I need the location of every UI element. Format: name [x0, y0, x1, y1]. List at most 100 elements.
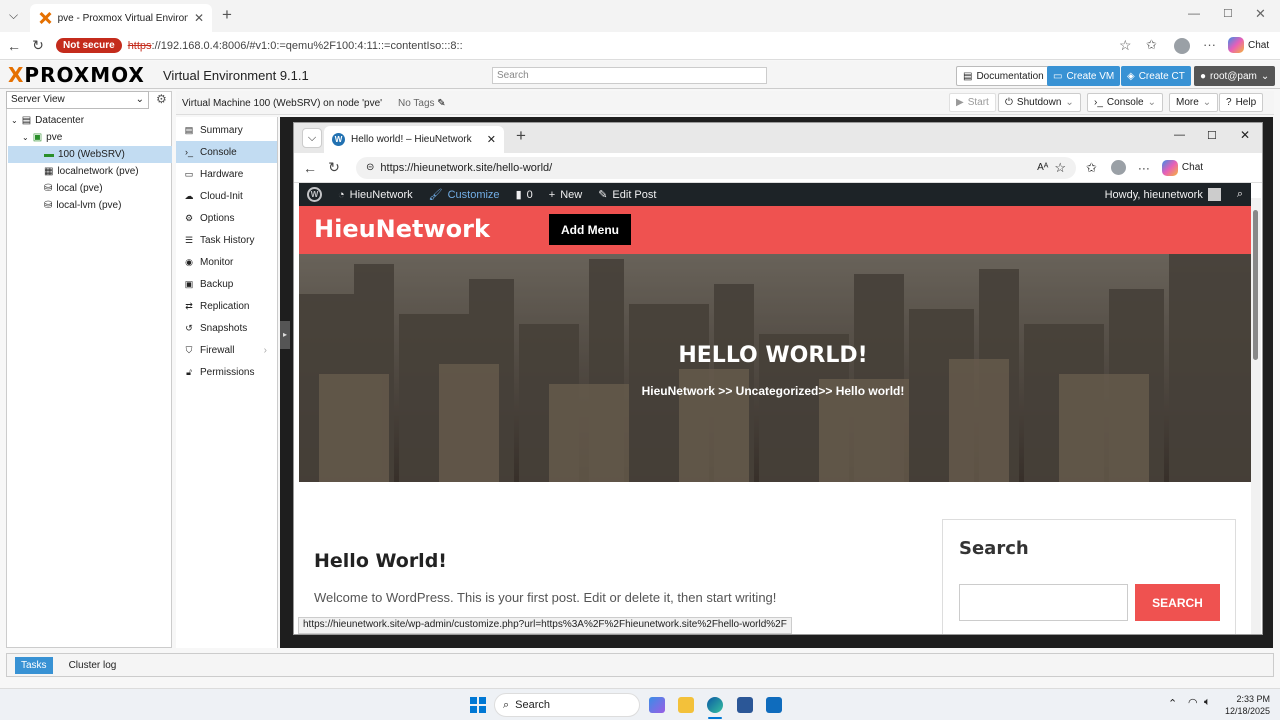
tree-item-label: pve	[46, 132, 63, 143]
menu-monitor[interactable]: ◉ Monitor	[176, 251, 277, 273]
console-button[interactable]: ›_ Console ⌄	[1087, 93, 1163, 112]
tab-tasks[interactable]: Tasks	[15, 656, 53, 674]
create-vm-button[interactable]: ▭ Create VM	[1047, 66, 1121, 86]
close-tab-icon[interactable]: ✕	[487, 133, 496, 146]
close-window-icon[interactable]: ✕	[1255, 6, 1266, 22]
wp-new-link[interactable]: + New	[541, 183, 590, 206]
tab-cluster-log[interactable]: Cluster log	[69, 660, 117, 671]
volume-icon[interactable]: 🔈︎	[1204, 696, 1211, 709]
site-title[interactable]: HieuNetwork	[314, 215, 490, 243]
header-search-input[interactable]: Search	[492, 67, 767, 84]
store-icon[interactable]	[737, 697, 753, 713]
wp-site-link[interactable]: ◔ HieuNetwork	[330, 183, 421, 206]
start-windows-icon[interactable]	[470, 697, 486, 713]
tree-item-label: local (pve)	[56, 183, 103, 194]
menu-options[interactable]: ⚙ Options	[176, 207, 277, 229]
tree-item-local-lvm[interactable]: ⛁ local-lvm (pve)	[8, 197, 172, 214]
minimize-icon[interactable]: —	[1174, 129, 1185, 141]
back-icon[interactable]: ←	[2, 38, 26, 54]
guest-address-bar[interactable]: ⊝ https://hieunetwork.site/hello-world/ …	[356, 156, 1076, 179]
taskbar-search[interactable]: ⌕ Search	[494, 693, 640, 717]
tags-editor[interactable]: No Tags ✎	[398, 98, 446, 109]
tree-item-vm-100[interactable]: ▬ 100 (WebSRV)	[8, 146, 172, 163]
copilot-chat-button[interactable]: Chat	[1228, 37, 1269, 53]
wp-comments-link[interactable]: ▮ 0	[508, 183, 541, 206]
add-menu-button[interactable]: Add Menu	[549, 214, 631, 245]
menu-hardware[interactable]: ▭ Hardware	[176, 163, 277, 185]
close-window-icon[interactable]: ✕	[1240, 128, 1250, 142]
tree-item-datacenter[interactable]: ⌄ ▤ Datacenter	[8, 112, 172, 129]
start-button[interactable]: ▶ Start	[949, 93, 996, 112]
menu-permissions[interactable]: 🔓︎ Permissions	[176, 361, 277, 383]
documentation-button[interactable]: ▤ Documentation	[956, 66, 1051, 86]
more-menu-icon[interactable]: ···	[1138, 161, 1150, 175]
maximize-icon[interactable]: ☐	[1223, 7, 1233, 20]
tree-settings-gear-icon[interactable]: ⚙	[156, 92, 167, 106]
more-menu-icon[interactable]: ···	[1203, 37, 1216, 52]
hero-banner: HELLO WORLD! HieuNetwork >> Uncategorize…	[299, 254, 1251, 482]
favorites-icon[interactable]: ✩	[1086, 160, 1097, 176]
wp-customize-link[interactable]: 🖌︎ Customize	[421, 183, 508, 206]
read-aloud-icon[interactable]: Aᴬ	[1037, 162, 1048, 173]
tree-item-pve[interactable]: ⌄ ▣ pve	[8, 129, 172, 146]
wifi-icon[interactable]: ◠	[1188, 696, 1198, 709]
menu-task-history[interactable]: ☰ Task History	[176, 229, 277, 251]
guest-url: https://hieunetwork.site/hello-world/	[380, 161, 553, 174]
copilot-chat-button[interactable]: Chat	[1161, 159, 1203, 176]
tree-item-local[interactable]: ⛁ local (pve)	[8, 180, 172, 197]
shutdown-button[interactable]: ⏻ Shutdown ⌄	[998, 93, 1081, 112]
refresh-icon[interactable]: ↻	[322, 159, 346, 176]
tab-list-chevron-icon[interactable]: ⌵	[9, 8, 18, 23]
more-button[interactable]: More ⌄	[1169, 93, 1219, 112]
profile-avatar[interactable]	[1110, 160, 1126, 175]
edge-browser-icon[interactable]	[707, 697, 723, 713]
wp-logo-button[interactable]: W	[299, 183, 330, 206]
power-icon: ⏻	[1005, 97, 1013, 108]
maximize-icon[interactable]: ☐	[1207, 129, 1217, 142]
guest-scrollbar[interactable]	[1251, 198, 1261, 634]
console-sidebar-handle[interactable]: ▸	[280, 321, 290, 349]
file-explorer-icon[interactable]	[678, 697, 694, 713]
not-secure-badge[interactable]: Not secure	[56, 38, 122, 53]
favorite-star-icon[interactable]: ☆	[1119, 37, 1132, 54]
search-button[interactable]: SEARCH	[1135, 584, 1220, 621]
wp-edit-post-link[interactable]: ✎ Edit Post	[590, 183, 664, 206]
create-ct-button[interactable]: ◈ Create CT	[1121, 66, 1191, 86]
tree-item-localnetwork[interactable]: ▦ localnetwork (pve)	[8, 163, 172, 180]
tray-chevron-up-icon[interactable]: ⌃	[1168, 697, 1177, 710]
menu-snapshots[interactable]: ↺ Snapshots	[176, 317, 277, 339]
tab-list-chevron-icon[interactable]: ⌵	[302, 128, 322, 148]
guest-tab[interactable]: W Hello world! – HieuNetwork ✕	[324, 126, 504, 153]
refresh-icon[interactable]: ↻	[26, 37, 50, 54]
new-tab-icon[interactable]: +	[516, 126, 526, 146]
search-input[interactable]	[959, 584, 1128, 621]
wp-search-icon[interactable]: ⌕	[1229, 183, 1251, 206]
url-scheme[interactable]: https	[128, 40, 152, 52]
menu-backup[interactable]: ▣ Backup	[176, 273, 277, 295]
profile-avatar[interactable]	[1174, 38, 1190, 54]
browser-tab[interactable]: pve - Proxmox Virtual Environment ✕	[30, 4, 212, 32]
menu-firewall[interactable]: ⛉ Firewall ›	[176, 339, 277, 361]
menu-summary[interactable]: ▤ Summary	[176, 119, 277, 141]
copilot-app-icon[interactable]	[649, 697, 665, 713]
favorite-star-icon[interactable]: ☆	[1054, 160, 1066, 176]
menu-replication[interactable]: ⇄ Replication	[176, 295, 277, 317]
minimize-icon[interactable]: —	[1188, 6, 1200, 20]
scrollbar-thumb[interactable]	[1253, 210, 1258, 360]
new-tab-icon[interactable]: +	[222, 5, 232, 25]
book-icon: ▤	[963, 70, 973, 82]
breadcrumb[interactable]: HieuNetwork >> Uncategorized>> Hello wor…	[299, 384, 1247, 398]
wp-howdy-menu[interactable]: Howdy, hieunetwork	[1097, 183, 1229, 206]
close-tab-icon[interactable]: ✕	[194, 11, 204, 25]
user-menu-button[interactable]: ● root@pam ⌄	[1194, 66, 1276, 86]
menu-label: Options	[200, 212, 235, 224]
url-text[interactable]: ://192.168.0.4:8006/#v1:0:=qemu%2F100:4:…	[152, 40, 463, 52]
favorites-icon[interactable]: ✩	[1146, 37, 1157, 53]
outlook-icon[interactable]	[766, 697, 782, 713]
help-button[interactable]: ? Help	[1219, 93, 1264, 112]
menu-console[interactable]: ›_ Console	[176, 141, 277, 163]
menu-cloud-init[interactable]: ☁ Cloud-Init	[176, 185, 277, 207]
back-icon[interactable]: ←	[298, 160, 322, 176]
clock[interactable]: 2:33 PM 12/18/2025	[1225, 693, 1270, 717]
server-view-select[interactable]: Server View ⌄	[6, 91, 149, 109]
